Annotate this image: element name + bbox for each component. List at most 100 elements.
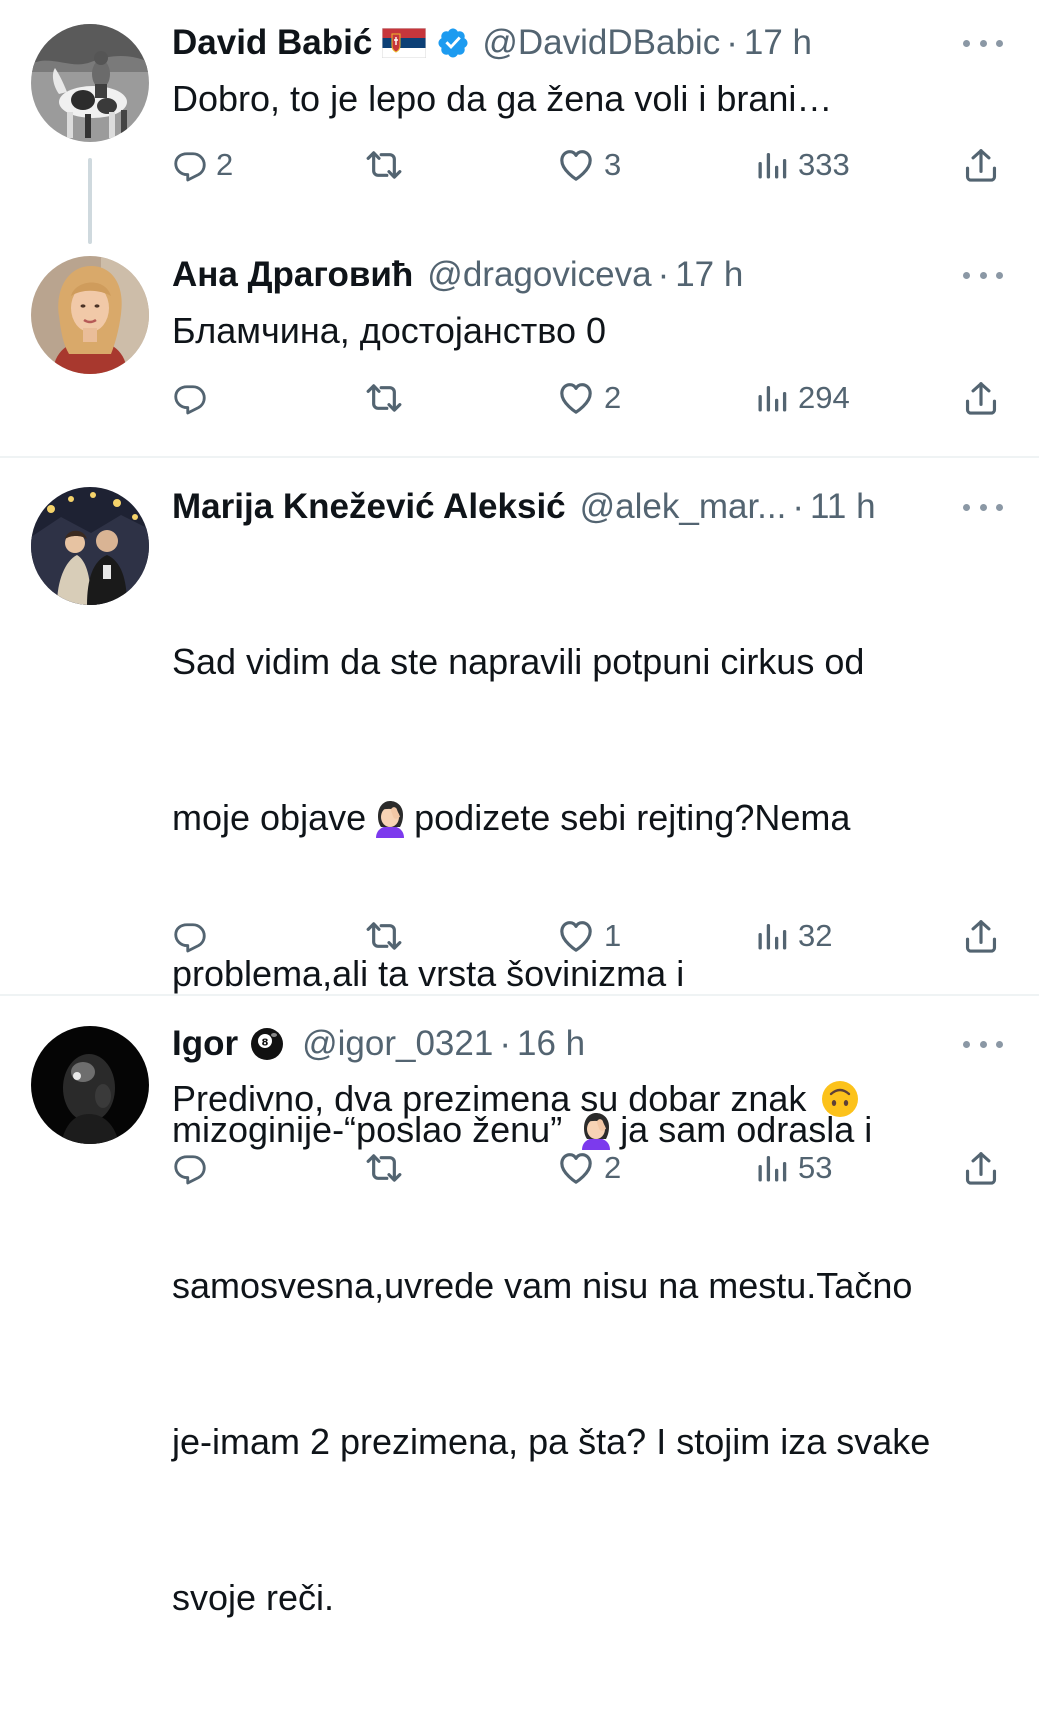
retweet-icon [364, 378, 404, 418]
reply-button[interactable] [172, 911, 216, 961]
views-count: 32 [798, 918, 833, 953]
separator-dot: · [726, 23, 738, 62]
tweet-header: David Babić @DavidDBabic · 17 h [172, 21, 949, 65]
retweet-icon [364, 916, 404, 956]
eight-ball-icon: 8 [251, 1028, 284, 1060]
separator-dot: · [499, 1024, 511, 1063]
verified-badge-icon [438, 28, 468, 58]
like-count: 2 [604, 380, 622, 415]
timestamp[interactable]: 11 h [810, 487, 876, 527]
reply-button[interactable]: 2 [172, 140, 233, 190]
heart-icon [556, 378, 596, 418]
timestamp[interactable]: 17 h [744, 23, 812, 63]
action-bar: 2 53 [172, 1143, 1009, 1193]
views-button[interactable]: 294 [754, 373, 850, 423]
action-bar: 2 3 333 [172, 140, 1009, 190]
more-icon[interactable] [963, 265, 1003, 285]
author-handle[interactable]: @alek_mar... [580, 487, 787, 527]
reply-button[interactable] [172, 373, 216, 423]
share-icon [962, 379, 1000, 417]
tweet-text: Dobro, to je lepo da ga žena voli i bran… [172, 78, 833, 119]
retweet-button[interactable] [364, 373, 412, 423]
heart-icon [556, 1148, 596, 1188]
like-count: 2 [604, 1150, 622, 1185]
author-handle[interactable]: @DavidDBabic [482, 23, 720, 63]
views-icon [754, 380, 790, 416]
tweet[interactable]: Marija Knežević Aleksić @alek_mar... · 1… [0, 458, 1039, 1618]
separator-dot: · [792, 487, 805, 526]
share-button[interactable] [962, 373, 1000, 423]
author-name[interactable]: Marija Knežević Aleksić [172, 487, 566, 527]
author-name[interactable]: Igor [172, 1024, 238, 1064]
views-button[interactable]: 333 [754, 140, 850, 190]
svg-text:8: 8 [262, 1038, 269, 1049]
serbia-flag-icon [382, 28, 427, 58]
retweet-button[interactable] [364, 140, 412, 190]
tweet-text: Predivno, dva prezimena su dobar znak [172, 1073, 1009, 1125]
separator-dot: · [657, 255, 670, 294]
avatar[interactable] [31, 24, 149, 142]
author-handle[interactable]: @igor_0321 [302, 1024, 493, 1064]
views-button[interactable]: 53 [754, 1143, 832, 1193]
text-line: svoje reči. [172, 1577, 335, 1618]
more-icon[interactable] [963, 1034, 1003, 1054]
retweet-icon [364, 145, 404, 185]
share-icon [962, 146, 1000, 184]
share-icon [962, 917, 1000, 955]
timestamp[interactable]: 17 h [675, 255, 743, 295]
facepalm-emoji-icon [366, 798, 414, 838]
reply-icon [172, 147, 208, 183]
avatar[interactable] [31, 256, 149, 374]
text-line: samosvesna,uvrede vam nisu na mestu.Tačn… [172, 1265, 913, 1306]
reply-icon [172, 1150, 208, 1186]
text-fragment: podizete sebi rejting?Nema [414, 797, 851, 838]
reply-icon [172, 380, 208, 416]
share-button[interactable] [962, 911, 1000, 961]
text-line: je-imam 2 prezimena, pa šta? I stojim iz… [172, 1421, 931, 1462]
views-count: 294 [798, 380, 850, 415]
views-count: 333 [798, 147, 850, 182]
heart-icon [556, 916, 596, 956]
tweet[interactable]: Ана Драговић @dragoviceva · 17 h Бламчин… [0, 230, 1039, 455]
more-icon[interactable] [963, 497, 1003, 517]
tweet-text: Бламчина, достојанство 0 [172, 310, 607, 351]
retweet-icon [364, 1148, 404, 1188]
text-fragment: Predivno, dva prezimena su dobar znak [172, 1078, 817, 1119]
author-name[interactable]: David Babić [172, 23, 372, 63]
views-icon [754, 1150, 790, 1186]
share-button[interactable] [962, 1143, 1000, 1193]
heart-icon [556, 145, 596, 185]
tweet-header: Marija Knežević Aleksić @alek_mar... · 1… [172, 485, 949, 529]
like-button[interactable]: 2 [556, 373, 621, 423]
tweet-header: Igor 8 @igor_0321 · 16 h [172, 1022, 949, 1066]
avatar[interactable] [31, 1026, 149, 1144]
share-button[interactable] [962, 140, 1000, 190]
author-handle[interactable]: @dragoviceva [427, 255, 651, 295]
author-name[interactable]: Ана Драговић [172, 255, 413, 295]
upside-down-face-emoji-icon [822, 1081, 859, 1117]
tweet-header: Ана Драговић @dragoviceva · 17 h [172, 253, 949, 297]
text-fragment: moje objave [172, 797, 367, 838]
reply-count: 2 [216, 147, 234, 182]
text-line: moje objave podizete sebi rejting?Nema [172, 792, 1009, 844]
tweet[interactable]: David Babić @DavidDBabic · 17 h Dobro, t… [0, 0, 1039, 244]
tweet[interactable]: Igor 8 @igor_0321 · 16 h Predivno, dva p… [0, 996, 1039, 1200]
like-button[interactable]: 1 [556, 911, 621, 961]
timestamp[interactable]: 16 h [517, 1024, 585, 1064]
views-icon [754, 918, 790, 954]
reply-button[interactable] [172, 1143, 216, 1193]
retweet-button[interactable] [364, 1143, 412, 1193]
like-count: 1 [604, 918, 622, 953]
avatar[interactable] [31, 487, 149, 605]
views-count: 53 [798, 1150, 833, 1185]
like-count: 3 [604, 147, 622, 182]
views-button[interactable]: 32 [754, 911, 832, 961]
retweet-button[interactable] [364, 911, 412, 961]
like-button[interactable]: 3 [556, 140, 621, 190]
action-bar: 1 32 [172, 911, 1009, 961]
reply-icon [172, 918, 208, 954]
share-icon [962, 1149, 1000, 1187]
text-line: Sad vidim da ste napravili potpuni cirku… [172, 641, 865, 682]
more-icon[interactable] [963, 33, 1003, 53]
like-button[interactable]: 2 [556, 1143, 621, 1193]
